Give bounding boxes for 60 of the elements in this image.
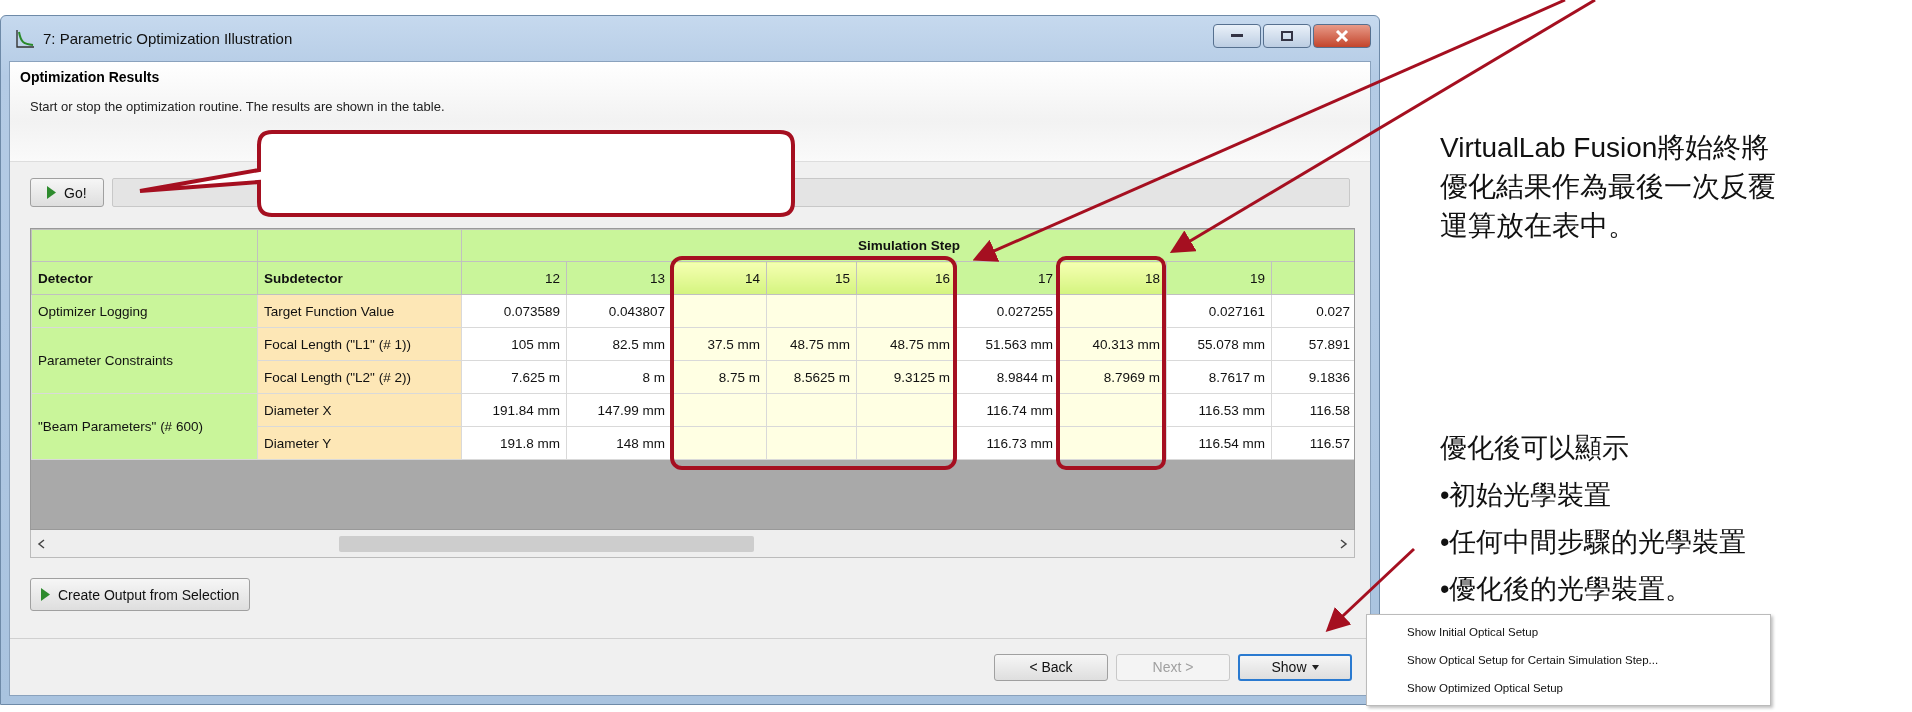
page-description: Start or stop the optimization routine. The results are shown in the table. <box>29 99 446 114</box>
table-cell: 8.75 m <box>671 360 767 394</box>
subdetector-cell: Focal Length ("L2" (# 2)) <box>257 360 462 394</box>
close-button[interactable] <box>1313 24 1371 48</box>
dropdown-button[interactable]: Show <box>1238 653 1352 681</box>
page-heading: Optimization Results <box>20 69 161 85</box>
window-title: 7: Parametric Optimization Illustration <box>43 30 293 47</box>
table-cell: 37.5 mm <box>671 327 767 361</box>
table-cell: 8.5625 m <box>766 360 857 394</box>
column-header[interactable]: 15 <box>766 261 857 295</box>
caret-icon <box>1311 664 1319 670</box>
table-cell: 55.078 mm <box>1166 327 1272 361</box>
table-cell: 48.75 mm <box>766 327 857 361</box>
horizontal-scrollbar[interactable] <box>30 530 1355 558</box>
subdetector-cell: Diameter Y <box>257 426 462 460</box>
table-cell: 0.027161 <box>1166 294 1272 328</box>
go-button[interactable]: Go! <box>30 178 104 207</box>
subdetector-cell: Target Function Value <box>257 294 462 328</box>
table-cell: 116.54 mm <box>1166 426 1272 460</box>
play-icon <box>47 186 56 199</box>
table-cell: 116.53 mm <box>1166 393 1272 427</box>
annotation-bullet: •初始光學裝置 <box>1440 479 1613 512</box>
close-icon <box>1335 30 1349 42</box>
maximize-icon <box>1281 31 1293 41</box>
chart-icon <box>15 28 35 49</box>
menu-item[interactable]: Show Optimized Optical Setup <box>1367 674 1770 702</box>
subdetector-cell: Focal Length ("L1" (# 1)) <box>257 327 462 361</box>
column-group-header: Simulation Step <box>461 229 1354 262</box>
annotation-bullet: •優化後的光學裝置。 <box>1440 573 1694 606</box>
table-cell: 191.84 mm <box>461 393 567 427</box>
table-cell: 7.625 m <box>461 360 567 394</box>
menu-item[interactable]: Show Initial Optical Setup <box>1367 618 1770 646</box>
column-header: Detector <box>31 261 258 295</box>
minimize-button[interactable] <box>1213 24 1261 48</box>
subdetector-cell: Diameter X <box>257 393 462 427</box>
column-header[interactable]: 14 <box>671 261 767 295</box>
nav-button[interactable]: < Back <box>994 653 1108 681</box>
scroll-thumb[interactable] <box>339 535 754 552</box>
detector-cell: Parameter Constraints <box>31 327 258 394</box>
table-cell: 8.7617 m <box>1166 360 1272 394</box>
annotation-heading: 優化後可以顯示 <box>1440 432 1630 465</box>
table-cell: 105 mm <box>461 327 567 361</box>
minimize-icon <box>1231 34 1243 38</box>
annotation-bullet: •任何中間步驟的光學裝置 <box>1440 526 1748 559</box>
column-header: Subdetector <box>257 261 462 295</box>
column-header[interactable]: 19 <box>1166 261 1272 295</box>
scroll-left-icon[interactable] <box>37 538 45 549</box>
detector-cell: Optimizer Logging <box>31 294 258 328</box>
column-header[interactable]: 16 <box>856 261 957 295</box>
maximize-button[interactable] <box>1263 24 1311 48</box>
table-cell: 191.8 mm <box>461 426 567 460</box>
table-cell: 0.073589 <box>461 294 567 328</box>
menu-item[interactable]: Show Optical Setup for Certain Simulation Step... <box>1367 646 1770 674</box>
play-icon <box>41 588 50 601</box>
column-header[interactable]: 13 <box>566 261 672 295</box>
scroll-right-icon[interactable] <box>1340 538 1348 549</box>
detector-cell: "Beam Parameters" (# 600) <box>31 393 258 460</box>
column-header[interactable]: 12 <box>461 261 567 295</box>
annotation-text: VirtualLab Fusion將始終將優化結果作為最後一次反覆運算放在表中。 <box>1440 131 1777 243</box>
create-output-button[interactable]: Create Output from Selection <box>30 578 251 611</box>
